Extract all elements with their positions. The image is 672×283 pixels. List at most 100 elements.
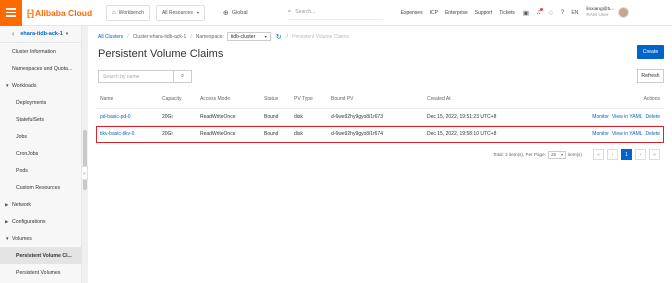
cell-created-at: Dec 15, 2022, 19:58:10 UTC+8 <box>427 131 497 137</box>
sidebar-item-label: Workloads <box>12 82 37 89</box>
region-selector[interactable]: ⊕ Global <box>223 9 248 17</box>
view-yaml-link[interactable]: View in YAML <box>612 114 643 120</box>
sidebar-item-label: Pods <box>16 167 28 174</box>
monitor-link[interactable]: Monitor <box>592 114 609 120</box>
menu-icon[interactable] <box>0 0 22 26</box>
breadcrumb: All Clusters / Cluster:ehara-tidb-ack-1 … <box>98 32 350 41</box>
monitor-link[interactable]: Monitor <box>592 131 609 137</box>
back-arrow-icon[interactable]: ‹ <box>12 31 14 38</box>
sidebar-group-network[interactable]: ▶ Network <box>0 196 81 213</box>
global-search[interactable]: ⌕ Search... <box>287 5 383 20</box>
chevron-down-icon: ▾ <box>264 34 267 39</box>
next-page-button[interactable]: › <box>635 149 646 160</box>
search-input[interactable]: Search by name <box>98 70 174 83</box>
sidebar-item-pods[interactable]: Pods <box>0 162 81 179</box>
per-page-select[interactable]: 25 ▾ <box>547 150 566 159</box>
terminal-icon[interactable]: ▣ <box>523 9 529 17</box>
top-icons: ▣ ♫ ♢ ? EN <box>523 8 578 17</box>
caret-down-icon: ▼ <box>5 236 10 241</box>
workbench-button[interactable]: ⌂ Workbench <box>106 4 150 21</box>
link-icp[interactable]: ICP <box>430 10 438 16</box>
all-resources-dropdown[interactable]: All Resources ▾ <box>155 4 205 21</box>
col-status: Status <box>264 96 279 102</box>
main-content: All Clusters / Cluster:ehara-tidb-ack-1 … <box>88 26 672 283</box>
notification-bell-icon[interactable]: ♫ <box>536 8 543 16</box>
sidebar-item-cronjobs[interactable]: CronJobs <box>0 145 81 162</box>
sidebar-group-configurations[interactable]: ▶ Configurations <box>0 213 81 230</box>
region-label: Global <box>231 9 248 16</box>
chevron-down-icon: ▾ <box>196 10 199 15</box>
page-1-button[interactable]: 1 <box>621 149 632 160</box>
refresh-button[interactable]: Refresh <box>637 69 664 83</box>
search-button[interactable]: ⌕ <box>174 70 192 83</box>
cell-bound-pv: d-6we92hy9gyo8i1r673 <box>331 114 383 120</box>
col-capacity: Capacity <box>162 96 182 102</box>
sidebar-item-deployments[interactable]: Deployments <box>0 94 81 111</box>
collapse-icon: ≡ <box>83 170 86 176</box>
sidebar-nav: Cluster Information Namespaces and Quota.… <box>0 43 81 281</box>
cell-capacity: 20Gi <box>162 114 173 120</box>
globe-icon: ⊕ <box>222 9 229 17</box>
top-navigation-bar: [-] Alibaba Cloud ⌂ Workbench All Resour… <box>0 0 672 26</box>
search-placeholder: Search... <box>295 9 316 15</box>
alibaba-cloud-logo[interactable]: [-] Alibaba Cloud <box>27 8 92 18</box>
sidebar-item-persistent-volumes[interactable]: Persistent Volumes <box>0 264 81 281</box>
sidebar-item-persistent-volume-cl[interactable]: Persistent Volume Cl... <box>0 247 81 264</box>
sidebar-item-label: Persistent Volume Cl... <box>16 252 72 259</box>
pvc-name-link[interactable]: pd-basic-pd-0 <box>96 114 162 120</box>
link-support[interactable]: Support <box>475 10 493 16</box>
chevron-down-icon: ▾ <box>65 31 69 36</box>
top-links: Expenses ICP Enterprise Support Tickets <box>401 10 515 16</box>
sidebar-item-custom-resources[interactable]: Custom Resources <box>0 179 81 196</box>
link-enterprise[interactable]: Enterprise <box>445 10 468 16</box>
help-icon[interactable]: ? <box>561 9 565 16</box>
pagination: Total: 2 item(s), Per Page: 25 ▾ item(s)… <box>493 149 660 160</box>
link-tickets[interactable]: Tickets <box>499 10 515 16</box>
per-page-value: 25 <box>550 152 557 157</box>
lightbulb-icon[interactable]: ♢ <box>548 9 554 17</box>
refresh-icon[interactable]: ↻ <box>276 33 282 41</box>
sidebar-scroll-thumb[interactable] <box>83 130 87 190</box>
pagination-items-label: item(s) <box>567 152 582 157</box>
create-button[interactable]: Create <box>637 45 664 59</box>
delete-link[interactable]: Delete <box>646 114 660 120</box>
sidebar-group-workloads[interactable]: ▼ Workloads <box>0 77 81 94</box>
user-info[interactable]: linxiang@5... RAM User <box>586 7 614 19</box>
breadcrumb-cluster[interactable]: Cluster:ehara-tidb-ack-1 <box>133 34 187 40</box>
cell-pv-type: disk <box>294 131 303 137</box>
cell-status: Bound <box>264 114 279 120</box>
delete-link[interactable]: Delete <box>646 131 660 137</box>
col-bound-pv: Bound PV <box>331 96 354 102</box>
brand-name: Alibaba Cloud <box>35 7 93 18</box>
view-yaml-link[interactable]: View in YAML <box>612 131 643 137</box>
sidebar-item-label: Volumes <box>12 235 32 242</box>
avatar[interactable] <box>618 7 630 18</box>
sidebar-item-label: Deployments <box>16 99 47 106</box>
cell-status: Bound <box>264 131 279 137</box>
sidebar-item-label: Persistent Volumes <box>16 269 61 276</box>
link-expenses[interactable]: Expenses <box>401 10 423 16</box>
namespace-label: Namespace <box>195 33 223 40</box>
breadcrumb-all-clusters[interactable]: All Clusters <box>98 34 123 40</box>
sidebar: ‹ ehara-tidb-ack-1 ▾ Cluster Information… <box>0 26 82 283</box>
sidebar-group-volumes[interactable]: ▼ Volumes <box>0 230 81 247</box>
cell-pv-type: disk <box>294 114 303 120</box>
first-page-button[interactable]: « <box>593 149 604 160</box>
pvc-name-link[interactable]: tikv-basic-tikv-0 <box>96 131 162 137</box>
cell-actions: Monitor View in YAML Delete <box>553 131 664 137</box>
namespace-select[interactable]: tidb-cluster ▾ <box>226 32 271 41</box>
caret-right-icon: ▶ <box>5 201 9 207</box>
sidebar-item-cluster-information[interactable]: Cluster Information <box>0 43 81 60</box>
cell-bound-pv: d-6we92hy9gyo8i1r674 <box>331 131 383 137</box>
last-page-button[interactable]: » <box>649 149 660 160</box>
prev-page-button[interactable]: ‹ <box>607 149 618 160</box>
pvc-table: Name Capacity Access Mode Status PV Type… <box>96 90 664 143</box>
language-switch[interactable]: EN <box>571 10 578 16</box>
table-row: pd-basic-pd-0 20Gi ReadWriteOnce Bound disk d… <box>96 109 664 126</box>
search-bar: Search by name ⌕ <box>98 70 192 83</box>
cluster-selector[interactable]: ‹ ehara-tidb-ack-1 ▾ <box>0 26 81 43</box>
sidebar-item-label: CronJobs <box>16 150 39 157</box>
sidebar-item-jobs[interactable]: Jobs <box>0 128 81 145</box>
sidebar-item-namespaces-and-quota[interactable]: Namespaces and Quota... <box>0 60 81 77</box>
sidebar-item-statefulsets[interactable]: StatefulSets <box>0 111 81 128</box>
